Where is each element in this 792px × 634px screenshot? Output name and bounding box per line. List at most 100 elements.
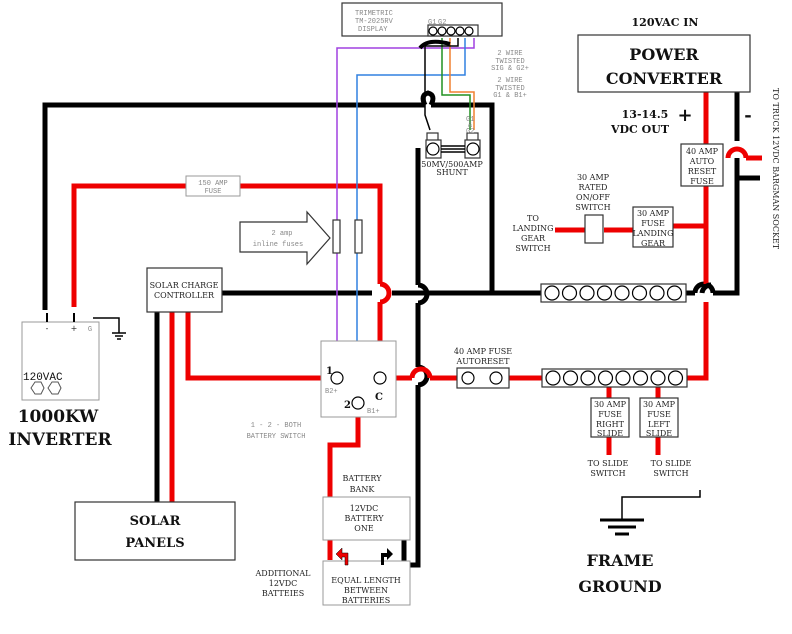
equal-length-label: EQUAL LENGTH	[331, 576, 400, 585]
fuse-label: LANDING	[632, 229, 673, 238]
converter-output-label: 13-14.5	[622, 108, 669, 121]
display-terminal	[437, 26, 447, 36]
shunt-terminal	[466, 142, 480, 156]
bus-terminal	[666, 285, 683, 301]
display-line-2: TM-2025RV	[355, 18, 394, 26]
terminal-sub-label: B2+	[325, 388, 338, 396]
fuse-label: 150 AMP	[198, 180, 227, 188]
wire-controller-to-switch	[185, 312, 337, 381]
to-slide-label: SWITCH	[653, 469, 688, 478]
display-terminal	[464, 26, 474, 36]
inverter-title: INVERTER	[8, 430, 112, 450]
controller-label: CONTROLLER	[154, 291, 215, 300]
battery-bank-title: BATTERY	[343, 474, 383, 483]
pair2-line: 2 WIRE	[497, 77, 522, 85]
wiring-diagram: TRIMETRIC TM-2025RV DISPLAY G1 G2 2 WIRE…	[0, 0, 792, 634]
battery-bank-title: BANK	[350, 485, 376, 494]
pair1-line: 2 WIRE	[497, 50, 522, 58]
to-slide-label: TO SLIDE	[651, 459, 692, 468]
minus-sign: -	[744, 105, 751, 126]
frame-ground: FRAME GROUND	[578, 518, 662, 596]
slide-fuses: 30 AMP FUSE RIGHT SLIDE 30 AMP FUSE LEFT…	[588, 397, 692, 478]
display-terminal	[446, 26, 456, 36]
equal-length-label: BETWEEN	[344, 586, 388, 595]
switch-label: SWITCH	[575, 203, 610, 212]
fuse-label: FUSE	[205, 188, 222, 196]
main-fuse: 150 AMP FUSE	[185, 175, 241, 197]
to-slide-label: SWITCH	[590, 469, 625, 478]
wire-shunt-to-bus	[431, 102, 495, 293]
terminal-label: 1	[326, 366, 333, 377]
trimetric-display: TRIMETRIC TM-2025RV DISPLAY G1 G2	[341, 2, 503, 37]
shunt-g-label: G2	[466, 128, 474, 136]
inverter-title: 1000KW	[18, 407, 99, 427]
additional-label: BATTEIES	[262, 589, 304, 598]
solar-charge-controller: SOLAR CHARGE CONTROLLER	[146, 267, 223, 313]
pair2-line: G1 & B1+	[493, 92, 527, 100]
fuse-label: 30 AMP	[637, 209, 670, 218]
battery-label: 12VDC	[350, 504, 379, 513]
inverter: - + G 120VAC 1000KW INVERTER	[8, 313, 126, 450]
bus-terminal	[562, 370, 579, 386]
bus-terminal	[579, 285, 595, 301]
fuse-label: AUTORESET	[456, 357, 511, 366]
inverter-terminal-label: -	[46, 324, 49, 333]
inverter-terminal-label: G	[88, 326, 92, 334]
shunt-terminal	[426, 142, 440, 156]
pin-label: G1	[428, 19, 436, 27]
pin-label: G2	[438, 19, 446, 27]
inline-fuse	[354, 219, 363, 254]
fuse-terminal	[461, 371, 475, 385]
bus-terminal	[561, 285, 578, 301]
terminal-label: 2	[344, 400, 351, 411]
bus-terminal	[544, 285, 560, 301]
switch-terminal-c	[373, 371, 387, 385]
bus-terminal	[580, 370, 596, 386]
fuse-label: FUSE	[641, 219, 665, 228]
fuse-label: 30 AMP	[643, 400, 676, 409]
fuse-label: SLIDE	[597, 429, 623, 438]
inverter-terminal-label: +	[71, 324, 78, 333]
wire-bus-to-converter	[676, 302, 709, 381]
display-terminal	[455, 26, 465, 36]
terminal-sub-label: B1+	[367, 408, 380, 416]
bus-terminal	[597, 370, 614, 386]
to-label: TO	[527, 214, 539, 223]
bus-terminal	[545, 370, 561, 386]
truck-socket-label: TO TRUCK 12VDC BARGMAN SOCKET	[771, 88, 780, 250]
plus-sign: +	[677, 105, 692, 126]
power-converter: 120VAC IN POWER CONVERTER 13-14.5 VDC OU…	[577, 16, 752, 136]
additional-label: ADDITIONAL	[255, 569, 312, 578]
fuse-label: GEAR	[641, 239, 666, 248]
fuse-label: FUSE	[598, 410, 622, 419]
to-label: LANDING	[512, 224, 553, 233]
display-terminal	[428, 26, 438, 36]
switch-label: RATED	[579, 183, 608, 192]
display-line-3: DISPLAY	[358, 26, 388, 34]
inline-fuses-callout: 2 amp inline fuses	[239, 210, 363, 266]
controller-label: SOLAR CHARGE	[150, 281, 219, 290]
positive-bus-bar	[541, 368, 688, 388]
frame-ground-label: GROUND	[578, 577, 661, 596]
terminal-label: C	[375, 392, 383, 403]
battery-switch: 1 2 C B2+ B1+ 1 - 2 - BOTH BATTERY SWITC…	[247, 340, 397, 441]
twisted-pair-labels: 2 WIRE TWISTED SIG & G2+ 2 WIRE TWISTED …	[491, 50, 529, 100]
solar-panels-label: SOLAR	[130, 514, 181, 529]
to-label: SWITCH	[515, 244, 550, 253]
fuse-label: 40 AMP	[686, 147, 719, 156]
equal-length-label: BATTERIES	[342, 596, 390, 605]
fuse-label: RESET	[688, 167, 717, 176]
bus-terminal	[596, 285, 613, 301]
switch-caption: BATTERY SWITCH	[247, 433, 306, 441]
landing-gear-switch	[584, 214, 604, 244]
to-slide-label: TO SLIDE	[588, 459, 629, 468]
bus-terminal	[650, 370, 666, 386]
fuse-label: 40 AMP FUSE	[454, 347, 512, 356]
fuse-terminal	[489, 371, 503, 385]
inline-fuses-label: inline fuses	[253, 241, 303, 249]
negative-wires	[42, 90, 760, 568]
to-label: GEAR	[521, 234, 546, 243]
display-line-1: TRIMETRIC	[355, 10, 393, 18]
fuse-label: 30 AMP	[594, 400, 627, 409]
frame-ground-label: FRAME	[587, 551, 654, 570]
